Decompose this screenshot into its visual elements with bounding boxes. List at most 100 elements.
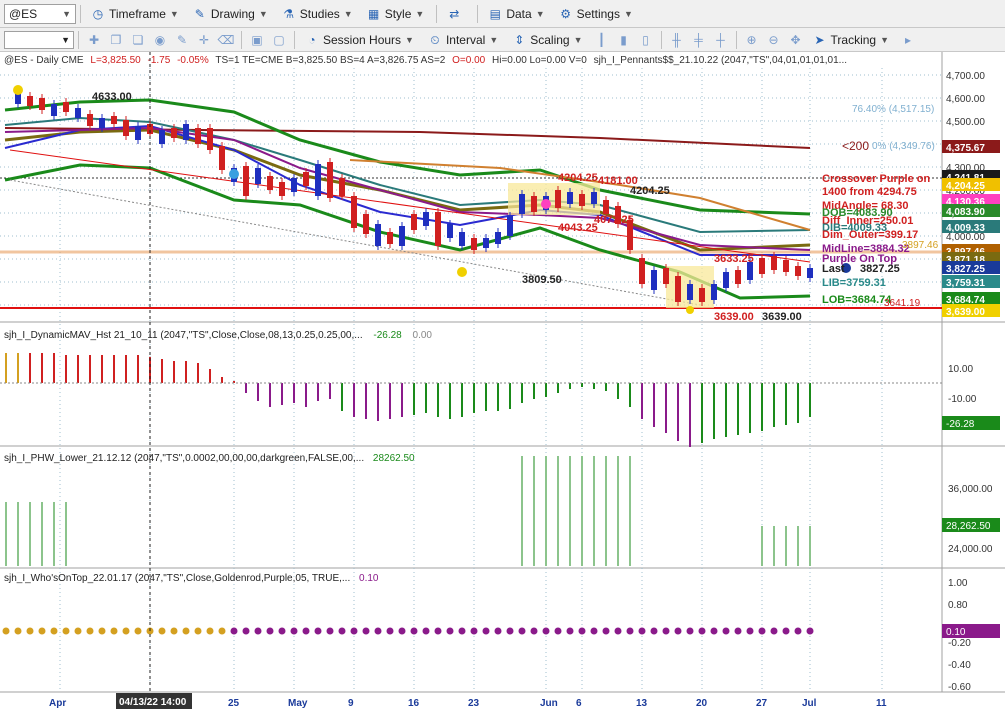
tracking-label: Tracking [830, 32, 877, 47]
candle-body [435, 212, 441, 246]
link-button[interactable]: ⇄ [441, 3, 471, 25]
separator [477, 4, 479, 23]
status-dot [218, 627, 226, 635]
pan-icon[interactable]: ✥ [786, 30, 806, 50]
status-dot [110, 627, 118, 635]
compass-icon[interactable]: ◉ [150, 30, 170, 50]
settings-menu[interactable]: ⚙ Settings ▼ [553, 3, 639, 25]
dots-icon[interactable]: ┼ [711, 30, 731, 50]
status-dot [26, 627, 34, 635]
candle-body [507, 216, 513, 236]
separator [80, 4, 81, 23]
status-dot [266, 627, 274, 635]
cursor-icon[interactable]: ✚ [84, 30, 104, 50]
interval-button[interactable]: ⏲ Interval ▼ [422, 29, 504, 51]
zoom-in-icon[interactable]: ⊕ [742, 30, 762, 50]
drawing-menu[interactable]: ✎ Drawing ▼ [187, 3, 274, 25]
header-fields: TS=1 TE=CME B=3,825.50 BS=4 A=3,826.75 A… [215, 55, 445, 66]
candle-hollow-icon[interactable]: ▯ [636, 30, 656, 50]
bars-icon[interactable]: ╪ [689, 30, 709, 50]
status-dot [626, 627, 634, 635]
more-icon[interactable]: ▸ [898, 30, 918, 50]
separator [294, 30, 295, 49]
panel3-value1: 0.10 [359, 573, 379, 584]
zoom-out-icon[interactable]: ⊖ [764, 30, 784, 50]
candle-body [759, 258, 765, 274]
status-dot [770, 627, 778, 635]
pencil-icon[interactable]: ✎ [172, 30, 192, 50]
candle-icon[interactable]: ▮ [614, 30, 634, 50]
ohlc-icon[interactable]: ╫ [667, 30, 687, 50]
paste-icon[interactable]: ❏ [128, 30, 148, 50]
panel3-tick: -0.60 [948, 682, 971, 693]
status-dot [134, 627, 142, 635]
status-dot [638, 627, 646, 635]
status-dot [734, 627, 742, 635]
style-menu[interactable]: ▦ Style ▼ [361, 3, 431, 25]
drawing-tool-select[interactable]: ▼ [4, 30, 74, 49]
status-dot [590, 627, 598, 635]
candle-body [783, 260, 789, 272]
chevron-down-icon: ▼ [489, 34, 499, 45]
separator [241, 30, 242, 49]
bar-chart-icon[interactable]: ┃ [592, 30, 612, 50]
status-dot [542, 627, 550, 635]
chart-area[interactable]: 4633.00 76.40% (4,517.15) 0% (4,349.76) <20… [0, 52, 1005, 722]
candle-body [351, 196, 357, 228]
status-dot [422, 627, 430, 635]
studies-menu[interactable]: ⚗ Studies ▼ [276, 3, 359, 25]
candle-body [603, 200, 609, 214]
status-dot [434, 627, 442, 635]
price-label-text: 4,375.67 [946, 143, 985, 154]
candle-body [699, 288, 705, 302]
status-dot [182, 627, 190, 635]
status-dot [482, 627, 490, 635]
session-hours-button[interactable]: ◔ Session Hours ▼ [299, 29, 420, 51]
chevron-down-icon: ▼ [61, 34, 70, 45]
price-annotation: 4043.25 [558, 222, 598, 234]
scaling-button[interactable]: ⇕ Scaling ▼ [506, 29, 588, 51]
data-menu[interactable]: ▤ Data ▼ [482, 3, 550, 25]
status-dot [242, 627, 250, 635]
candle-body [279, 182, 285, 196]
layers-icon[interactable]: ▣ [247, 30, 267, 50]
candle-body [51, 104, 57, 116]
change-value: -1.75 [148, 55, 171, 66]
status-dot [278, 627, 286, 635]
drawing-label: Drawing [210, 6, 255, 21]
status-dot [398, 627, 406, 635]
candle-body [255, 168, 261, 184]
symbol-input[interactable]: @ES ▼ [4, 3, 76, 24]
candle-body [339, 178, 345, 196]
candle-body [363, 214, 369, 234]
chart-canvas[interactable]: 4633.00 76.40% (4,517.15) 0% (4,349.76)<20… [0, 52, 1005, 722]
candle-body [795, 266, 801, 276]
status-dot [494, 627, 502, 635]
price-label-text: 3,639.00 [946, 307, 985, 318]
candle-body [195, 128, 201, 144]
annotation-4633: 4633.00 [92, 91, 132, 103]
status-dot [794, 627, 802, 635]
status-dot [338, 627, 346, 635]
time-label: May [288, 698, 308, 709]
status-dot [458, 627, 466, 635]
tracking-button[interactable]: ➤ Tracking ▼ [807, 29, 896, 51]
status-dot [722, 627, 730, 635]
box-icon[interactable]: ▢ [269, 30, 289, 50]
chevron-down-icon: ▼ [535, 8, 545, 19]
price-label-text: 3,827.25 [946, 264, 985, 275]
timeframe-menu[interactable]: ◷ Timeframe ▼ [85, 3, 185, 25]
status-dot [578, 627, 586, 635]
candle-body [207, 128, 213, 150]
eraser-icon[interactable]: ⌫ [216, 30, 236, 50]
copy-icon[interactable]: ❐ [106, 30, 126, 50]
panel1-tick: -10.00 [948, 394, 977, 405]
price-annotation: 4204.25 [558, 172, 598, 184]
candle-body [675, 276, 681, 302]
status-dot [50, 627, 58, 635]
panel1-study: sjh_I_DynamicMAV_Hst 21_10_11 (2047,"TS"… [4, 330, 363, 341]
status-dot [374, 627, 382, 635]
crosshair-icon[interactable]: ✛ [194, 30, 214, 50]
panel1-value2: 0.00 [413, 330, 433, 341]
timer-icon: ⏲ [430, 32, 440, 47]
